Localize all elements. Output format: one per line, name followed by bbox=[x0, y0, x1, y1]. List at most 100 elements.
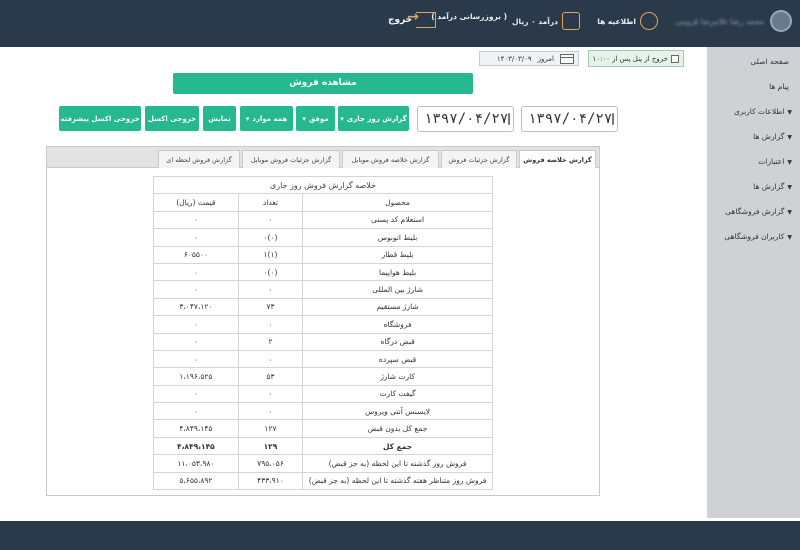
logout-button[interactable]: خروج bbox=[388, 9, 437, 28]
sidebar: صفحه اصلی پیام ها ▼اطلاعات کاربری ▼گزارش ها… bbox=[707, 47, 800, 518]
count-cell: ۰ bbox=[237, 402, 304, 421]
notifications-label: اطلاعیه ها bbox=[597, 16, 636, 26]
price-cell: ۰ bbox=[153, 349, 239, 369]
count-cell: ۰ bbox=[237, 280, 304, 299]
table-row: شارژ مستقیم ۷۳ ۳،۰۴۷،۱۲۰ bbox=[153, 297, 493, 317]
calendar-icon[interactable] bbox=[508, 113, 511, 125]
show-button[interactable]: نمایش bbox=[203, 106, 236, 131]
sidebar-item-label: صفحه اصلی bbox=[750, 57, 789, 66]
sidebar-item-label: گزارش ها bbox=[753, 132, 785, 141]
table-header-row: محصول تعداد قیمت (ریال) bbox=[153, 193, 493, 212]
count-cell: (۰)۰ bbox=[237, 228, 304, 247]
price-cell: ۴،۸۴۹،۱۴۵ bbox=[153, 419, 239, 438]
chevron-down-icon: ▼ bbox=[787, 234, 792, 241]
count-cell: ۱۲۷ bbox=[237, 419, 304, 438]
income-label: درآمد ۰ ریال bbox=[512, 16, 558, 26]
sidebar-item-label: کاربران فروشگاهی bbox=[724, 232, 785, 241]
status-dropdown[interactable]: ▾ موفق bbox=[296, 106, 335, 131]
tab-realtime-sales[interactable]: گزارش فروش لحظه ای bbox=[158, 150, 240, 170]
price-cell: ۳،۰۴۷،۱۲۰ bbox=[153, 297, 239, 317]
sidebar-item[interactable]: پیام ها bbox=[707, 74, 800, 99]
notifications-menu[interactable]: اطلاعیه ها bbox=[597, 12, 658, 30]
table-row: استعلام کد پستی ۰ ۰ bbox=[153, 210, 493, 230]
count-cell: ۰ bbox=[237, 349, 304, 369]
sidebar-item[interactable]: ▼اطلاعات کاربری bbox=[707, 99, 800, 124]
sidebar-item[interactable]: ▼اعتبارات bbox=[707, 149, 800, 174]
advanced-excel-export-button[interactable]: خروجی اکسل پیشرفته bbox=[59, 106, 141, 131]
sidebar-item-label: گزارش ها bbox=[753, 182, 785, 191]
update-income-label: ( بروزرسانی درآمد ) bbox=[431, 12, 507, 21]
table-row: کارت شارژ ۵۳ ۱،۱۹۶،۵۲۵ bbox=[153, 367, 493, 386]
auto-exit-checkbox[interactable] bbox=[671, 54, 679, 63]
calendar-icon[interactable] bbox=[612, 113, 615, 125]
table-caption: خلاصه گزارش فروش روز جاری bbox=[153, 175, 493, 195]
chevron-down-icon: ▼ bbox=[787, 184, 792, 191]
price-cell: ۰ bbox=[153, 402, 239, 421]
product-cell: قبض سپرده bbox=[302, 349, 493, 369]
sidebar-item[interactable]: ▼گزارش فروشگاهی bbox=[707, 199, 800, 224]
items-dropdown[interactable]: ▾ همه موارد bbox=[240, 106, 293, 131]
sidebar-item[interactable]: صفحه اصلی bbox=[707, 49, 800, 74]
tab-mobile-sales-summary[interactable]: گزارش خلاصه فروش موبایل bbox=[342, 150, 439, 170]
date-to-input[interactable]: ۱۳۹۷/۰۴/۲۷ bbox=[417, 106, 514, 132]
price-cell: ۵،۶۵۵،۸۹۲ bbox=[153, 471, 239, 491]
today-badge: ۱۴۰۳/۰۳/۰۹ امروز bbox=[479, 51, 579, 66]
chevron-down-icon: ▼ bbox=[787, 159, 792, 166]
count-cell: (۱)۱ bbox=[237, 245, 304, 264]
sidebar-item[interactable]: ▼کاربران فروشگاهی bbox=[707, 224, 800, 249]
price-cell: ۶۰۵۵۰۰ bbox=[153, 245, 239, 264]
product-cell: بلیط قطار bbox=[302, 245, 493, 264]
tab-mobile-sales-details[interactable]: گزارش جزئیات فروش موبایل bbox=[242, 150, 340, 170]
calendar-icon bbox=[560, 53, 574, 64]
update-income-link[interactable]: ( بروزرسانی درآمد ) bbox=[431, 12, 507, 21]
count-cell: ۰ bbox=[237, 210, 304, 230]
count-cell: ۰ bbox=[237, 315, 304, 334]
date-from-input[interactable]: ۱۳۹۷/۰۴/۲۷ bbox=[521, 106, 618, 132]
product-cell: کارت شارژ bbox=[302, 367, 493, 386]
price-cell: ۰ bbox=[153, 384, 239, 404]
count-cell: ۲ bbox=[237, 332, 304, 351]
sidebar-item[interactable]: ▼گزارش ها bbox=[707, 124, 800, 149]
chevron-down-icon: ▾ bbox=[340, 114, 344, 123]
product-cell: بلیط اتوبوس bbox=[302, 228, 493, 247]
table-row: فروشگاه ۰ ۰ bbox=[153, 315, 493, 334]
excel-export-button[interactable]: خروجی اکسل bbox=[145, 106, 199, 131]
money-icon bbox=[562, 12, 580, 30]
price-cell: ۴،۸۴۹،۱۴۵ bbox=[153, 436, 239, 456]
table-row: جمع کل بدون قبض ۱۲۷ ۴،۸۴۹،۱۴۵ bbox=[153, 419, 493, 438]
chevron-down-icon: ▾ bbox=[302, 114, 306, 123]
user-profile[interactable]: محمد رضا غلامرضا قزوینی bbox=[675, 10, 792, 32]
auto-exit-notice[interactable]: خروج از پنل پس از ۱۰:۰۰ bbox=[588, 50, 684, 67]
report-type-dropdown[interactable]: ▾ گزارش روز جاری bbox=[338, 106, 409, 131]
table-row: لایسنس آنتی ویروس ۰ ۰ bbox=[153, 402, 493, 421]
report-type-label: گزارش روز جاری bbox=[346, 114, 407, 123]
status-label: موفق bbox=[308, 114, 329, 123]
product-cell: قبض درگاه bbox=[302, 332, 493, 351]
bell-icon bbox=[640, 12, 658, 30]
sidebar-item[interactable]: ▼گزارش ها bbox=[707, 174, 800, 199]
price-cell: ۰ bbox=[153, 332, 239, 351]
footer-bar bbox=[0, 521, 800, 550]
table-row: بلیط هواپیما (۰)۰ ۰ bbox=[153, 262, 493, 282]
product-cell: شارژ مستقیم bbox=[302, 297, 493, 317]
product-cell: فروشگاه bbox=[302, 315, 493, 334]
tab-sales-details[interactable]: گزارش جزئیات فروش bbox=[441, 150, 517, 170]
date-to-value: ۱۳۹۷/۰۴/۲۷ bbox=[424, 111, 509, 127]
sidebar-item-label: اعتبارات bbox=[758, 157, 785, 166]
user-name: محمد رضا غلامرضا قزوینی bbox=[674, 16, 764, 26]
column-header-count: تعداد bbox=[237, 193, 304, 212]
sidebar-item-label: گزارش فروشگاهی bbox=[725, 207, 785, 216]
today-label: امروز bbox=[537, 54, 554, 63]
chevron-down-icon: ▼ bbox=[787, 134, 792, 141]
logout-icon bbox=[407, 9, 437, 28]
sidebar-item-label: اطلاعات کاربری bbox=[734, 107, 785, 116]
count-cell: (۰)۰ bbox=[237, 262, 304, 282]
product-cell: لایسنس آنتی ویروس bbox=[302, 402, 493, 421]
count-cell: ۷۳ bbox=[237, 297, 304, 317]
price-cell: ۱۱،۰۵۳،۹۸۰ bbox=[153, 454, 239, 473]
date-from-value: ۱۳۹۷/۰۴/۲۷ bbox=[528, 111, 613, 127]
table-row: فروش روز گذشته تا این لحظه (به جز قبض) ۷۹… bbox=[153, 454, 493, 473]
count-cell: ۱۲۹ bbox=[237, 436, 304, 456]
sales-summary-table: خلاصه گزارش فروش روز جاری محصول تعداد قی… bbox=[153, 175, 493, 491]
table-row: بلیط اتوبوس (۰)۰ ۰ bbox=[153, 228, 493, 247]
